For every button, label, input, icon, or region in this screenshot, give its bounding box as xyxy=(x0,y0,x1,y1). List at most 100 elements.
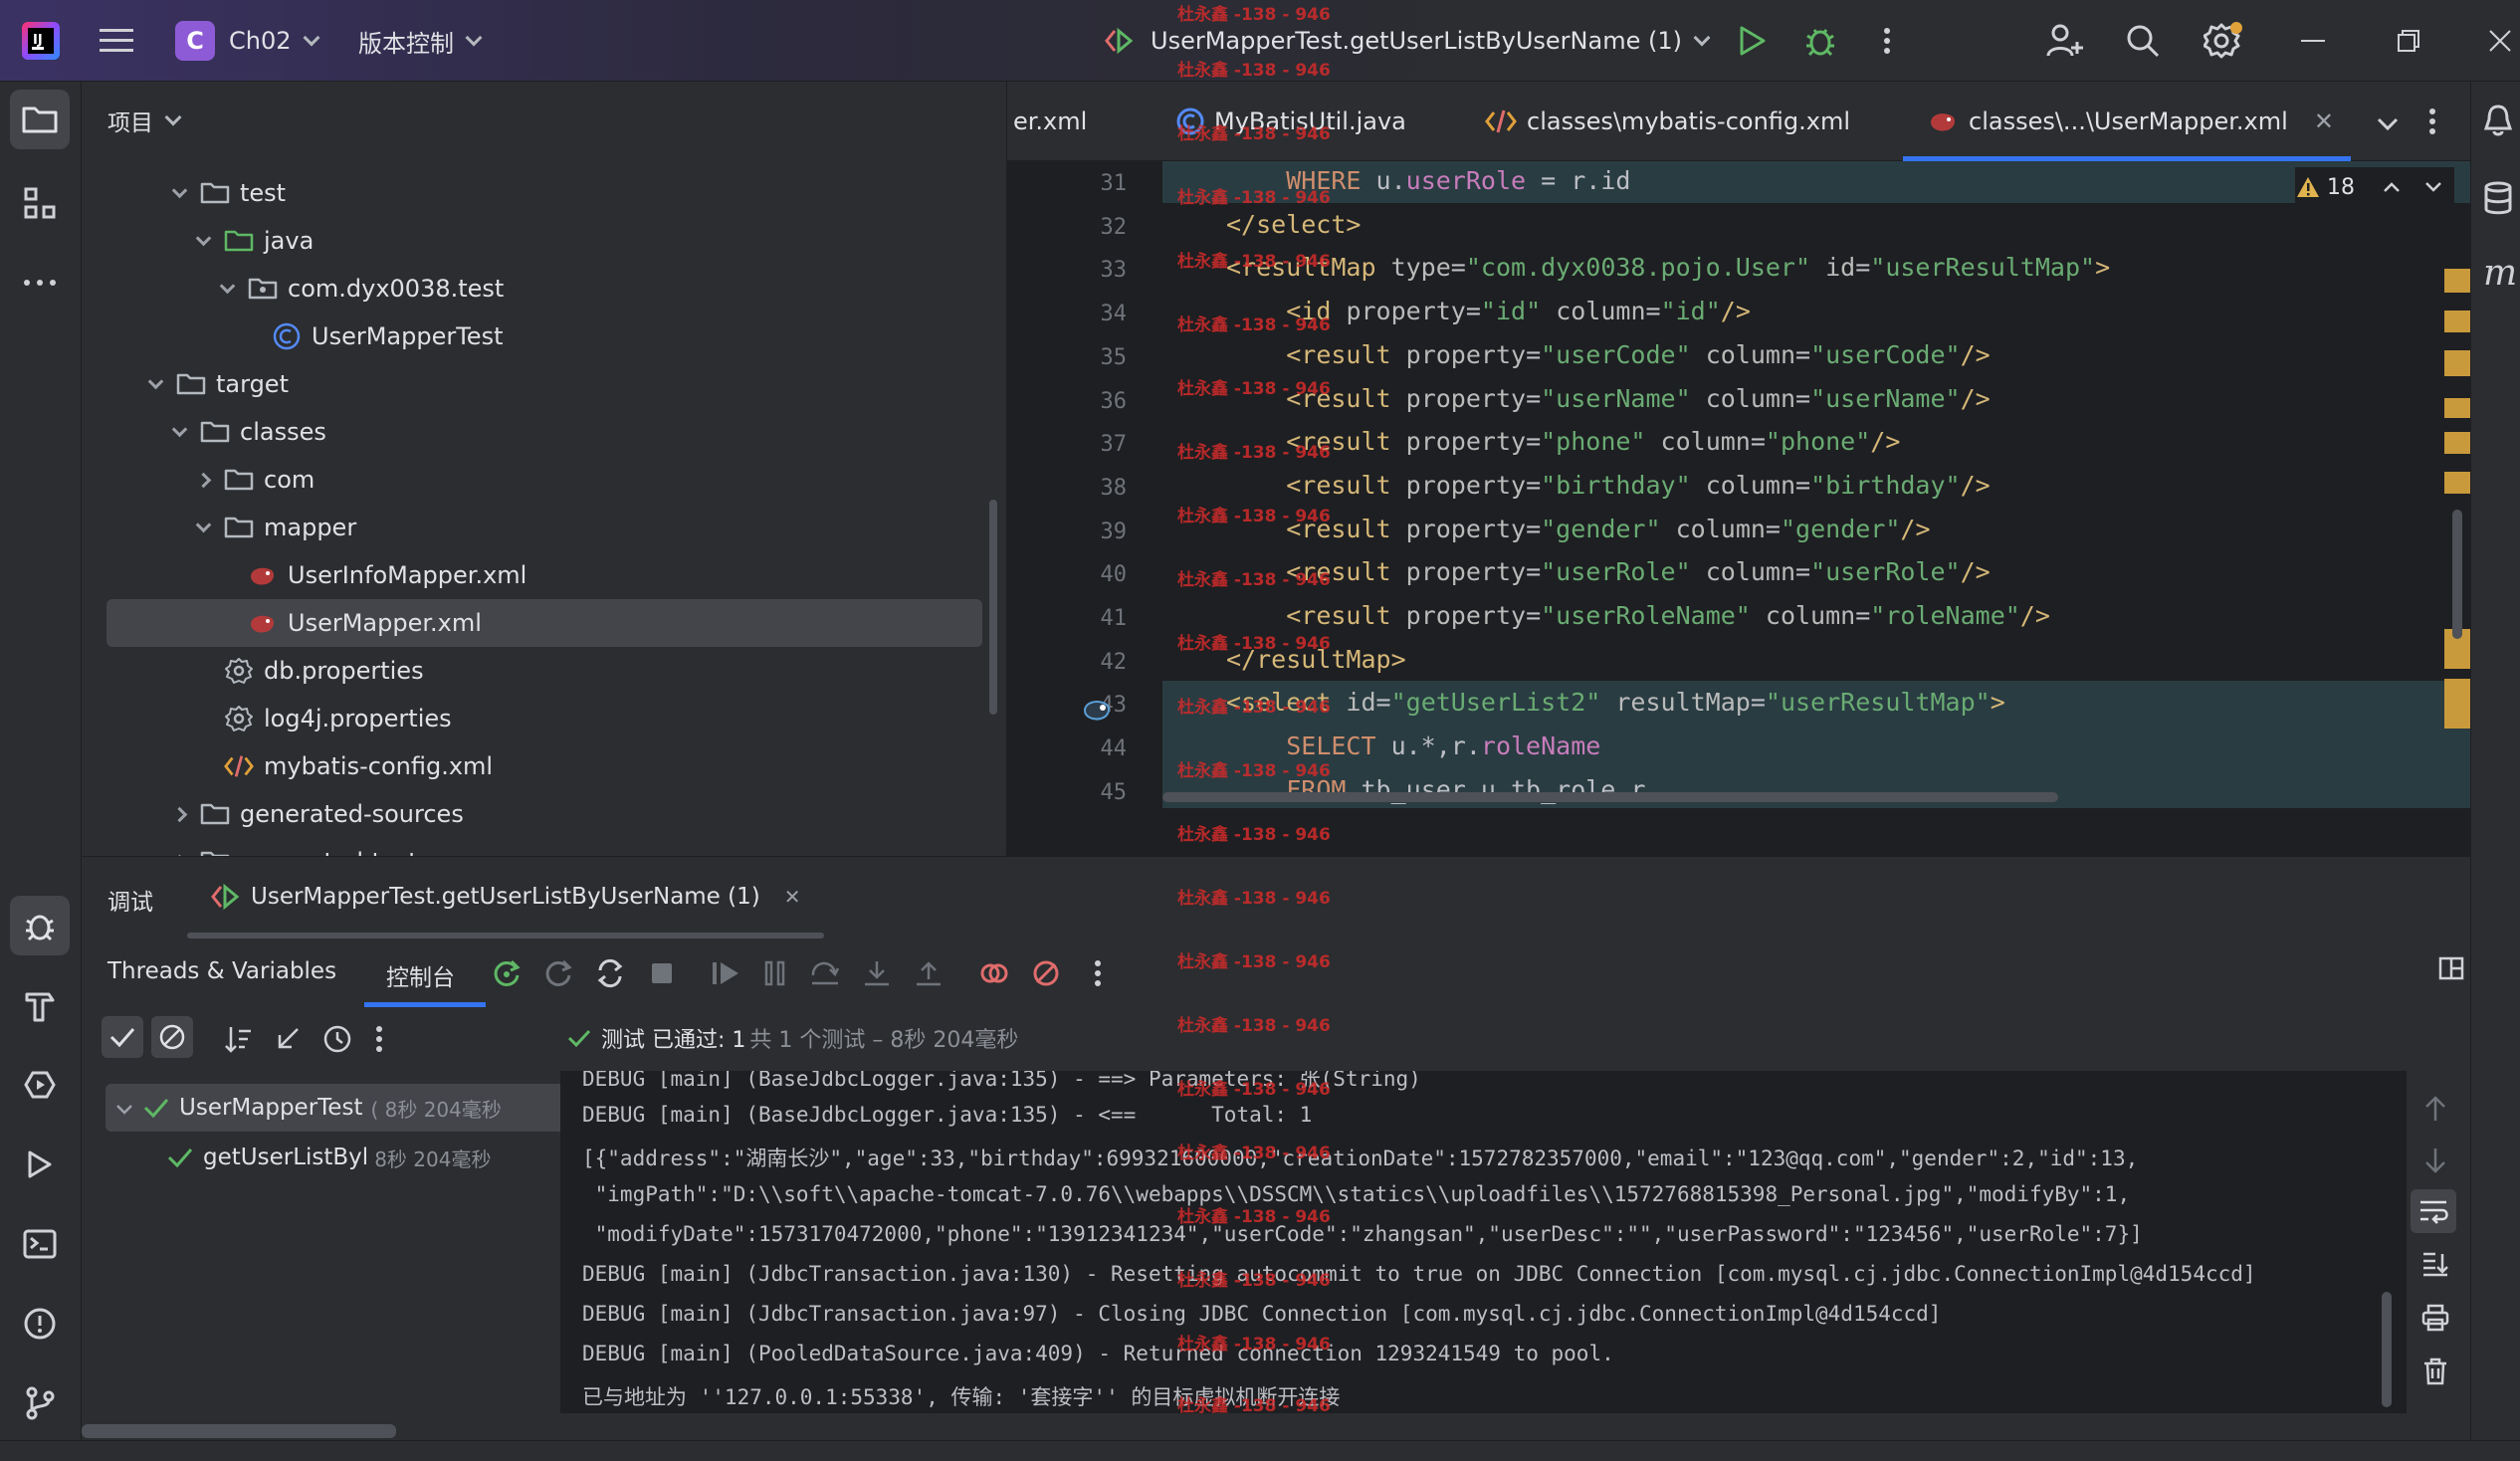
test-tree-scrollbar[interactable] xyxy=(82,1424,396,1438)
chevron-right-icon[interactable] xyxy=(192,472,214,488)
code-line[interactable]: WHERE u.userRole = r.id xyxy=(1162,161,2470,203)
main-menu-icon[interactable] xyxy=(100,0,133,82)
line-number[interactable]: 39 xyxy=(1027,520,1128,544)
previous-problem-icon[interactable] xyxy=(2383,181,2401,193)
debug-more-icon[interactable] xyxy=(1081,956,1115,990)
soft-wrap-toggle[interactable] xyxy=(2411,1189,2456,1233)
tree-item[interactable]: test xyxy=(106,169,982,217)
run-tool-button[interactable] xyxy=(10,1135,70,1194)
code-line[interactable]: <result property="gender" column="gender… xyxy=(1162,508,2470,551)
code-line[interactable]: <resultMap type="com.dyx0038.pojo.User" … xyxy=(1162,246,2470,290)
rerun-icon[interactable] xyxy=(490,956,524,990)
error-stripe-marker[interactable] xyxy=(2444,269,2470,293)
scroll-down-icon[interactable] xyxy=(2418,1144,2452,1177)
chevron-down-icon[interactable] xyxy=(192,517,214,532)
session-tab-scrollbar[interactable] xyxy=(187,933,824,939)
tree-item[interactable]: UserMapper.xml xyxy=(106,599,982,647)
tree-item[interactable]: com.dyx0038.test xyxy=(106,265,982,313)
chevron-down-icon[interactable] xyxy=(168,182,190,198)
notifications-icon[interactable] xyxy=(2483,104,2513,143)
code-line[interactable]: <result property="birthday" column="birt… xyxy=(1162,464,2470,508)
step-over-icon[interactable] xyxy=(808,956,842,990)
console-scrollbar[interactable] xyxy=(2382,1292,2392,1407)
mute-breakpoints-icon[interactable] xyxy=(1029,956,1063,990)
tab-user-mapper[interactable]: classes\...\UserMapper.xml ✕ xyxy=(1903,82,2351,161)
structure-tool-button[interactable] xyxy=(10,173,70,233)
view-breakpoints-icon[interactable] xyxy=(977,956,1011,990)
line-number[interactable]: 44 xyxy=(1027,736,1128,761)
debug-button[interactable] xyxy=(1803,0,1837,82)
tab-user-info-mapper[interactable]: er.xml xyxy=(1013,82,1087,161)
tree-item[interactable]: UserMapperTest xyxy=(106,313,982,360)
sort-icon[interactable] xyxy=(221,1022,255,1056)
tab-console[interactable]: 控制台 xyxy=(386,958,455,992)
chevron-down-icon[interactable] xyxy=(168,421,190,437)
console-output[interactable]: DEBUG [main] (BaseJdbcLogger.java:135) -… xyxy=(560,1071,2407,1413)
code-line[interactable]: SELECT u.*,r.roleName xyxy=(1162,725,2470,769)
tree-item[interactable]: UserInfoMapper.xml xyxy=(106,551,982,599)
code-line[interactable]: <result property="userRoleName" column="… xyxy=(1162,594,2470,638)
rerun-failed-icon[interactable] xyxy=(541,956,575,990)
tree-item[interactable]: target xyxy=(106,360,982,408)
project-view-selector[interactable]: 项目 xyxy=(107,104,182,137)
resume-icon[interactable] xyxy=(709,956,742,990)
tree-item[interactable]: log4j.properties xyxy=(106,695,982,742)
settings-icon[interactable] xyxy=(2204,0,2243,82)
toggle-auto-test-icon[interactable] xyxy=(593,956,627,990)
line-number[interactable]: 37 xyxy=(1027,432,1128,457)
close-window-icon[interactable] xyxy=(2488,0,2512,82)
test-more-icon[interactable] xyxy=(362,1022,396,1056)
line-number[interactable]: 38 xyxy=(1027,476,1128,501)
line-number[interactable]: 40 xyxy=(1027,562,1128,587)
build-tool-button[interactable] xyxy=(10,975,70,1035)
tree-item[interactable]: com xyxy=(106,456,982,504)
test-tree-row-method[interactable]: getUserListByl 8秒 204毫秒 xyxy=(105,1134,637,1181)
pause-icon[interactable] xyxy=(758,956,792,990)
code-line[interactable]: <result property="userCode" column="user… xyxy=(1162,333,2470,377)
line-number[interactable]: 41 xyxy=(1027,606,1128,631)
error-stripe-marker[interactable] xyxy=(2444,432,2470,454)
terminal-tool-button[interactable] xyxy=(10,1214,70,1274)
vcs-menu[interactable]: 版本控制 xyxy=(358,0,483,82)
tree-item[interactable]: mapper xyxy=(106,504,982,551)
services-tool-button[interactable] xyxy=(10,1055,70,1115)
search-icon[interactable] xyxy=(2126,0,2160,82)
error-stripe-marker[interactable] xyxy=(2444,311,2470,332)
line-number[interactable]: 34 xyxy=(1027,302,1128,326)
minimize-window-icon[interactable] xyxy=(2301,0,2325,82)
clear-all-icon[interactable] xyxy=(2418,1355,2452,1388)
inspection-widget[interactable]: 18 xyxy=(2295,167,2454,207)
maven-icon[interactable]: m xyxy=(2483,253,2517,294)
code-line[interactable]: <result property="userRole" column="user… xyxy=(1162,550,2470,594)
tree-item[interactable]: classes xyxy=(106,408,982,456)
editor-horizontal-scrollbar[interactable] xyxy=(1162,792,2058,802)
problems-tool-button[interactable] xyxy=(10,1294,70,1354)
step-out-icon[interactable] xyxy=(912,956,945,990)
code-editor[interactable]: WHERE u.userRole = r.id </select> <resultM… xyxy=(1162,161,2470,808)
tab-more-icon[interactable] xyxy=(2428,107,2436,141)
code-line[interactable]: <id property="id" column="id"/> xyxy=(1162,290,2470,333)
tab-mybatis-config[interactable]: classes\mybatis-config.xml xyxy=(1485,82,1850,161)
error-stripe-marker[interactable] xyxy=(2444,679,2470,729)
app-logo-icon[interactable]: IJ xyxy=(22,0,60,82)
line-number[interactable]: 33 xyxy=(1027,258,1128,283)
close-session-icon[interactable]: ✕ xyxy=(784,885,801,909)
error-stripe-marker[interactable] xyxy=(2444,472,2470,494)
chevron-down-icon[interactable] xyxy=(192,230,214,246)
chevron-down-icon[interactable] xyxy=(216,278,238,294)
editor-vertical-scrollbar[interactable] xyxy=(2452,510,2462,639)
tree-item[interactable]: java xyxy=(106,217,982,265)
print-icon[interactable] xyxy=(2418,1301,2452,1335)
restore-window-icon[interactable] xyxy=(2397,0,2420,82)
scroll-up-icon[interactable] xyxy=(2418,1092,2452,1126)
debug-session-tab[interactable]: UserMapperTest.getUserListByUserName (1)… xyxy=(211,869,801,925)
tree-item[interactable]: db.properties xyxy=(106,647,982,695)
line-number[interactable]: 31 xyxy=(1027,171,1128,196)
mybatis-navigation-icon[interactable] xyxy=(1081,697,1115,730)
database-icon[interactable] xyxy=(2483,181,2513,221)
tab-threads-variables[interactable]: Threads & Variables xyxy=(107,958,336,984)
close-tab-icon[interactable]: ✕ xyxy=(2314,107,2334,135)
scroll-to-end-icon[interactable] xyxy=(2418,1247,2452,1281)
show-passed-toggle[interactable] xyxy=(102,1016,143,1058)
layout-settings-icon[interactable] xyxy=(2438,956,2464,986)
